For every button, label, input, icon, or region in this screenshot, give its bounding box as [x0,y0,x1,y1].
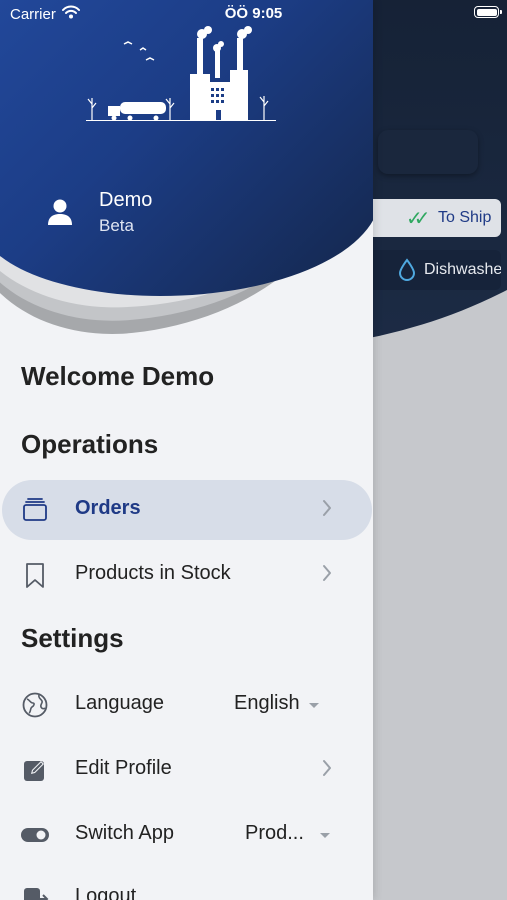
navigation-drawer: Demo Beta Welcome Demo Operations Orders… [0,0,373,900]
chevron-right-icon [323,500,331,516]
operations-section-title: Operations [21,429,159,459]
user-role: Beta [99,216,134,235]
to-ship-label: To Ship [438,209,492,226]
language-label: Language [75,692,164,714]
switch-app-label: Switch App [75,822,174,844]
dishwasher-filter-chip[interactable]: Dishwashe [366,250,501,290]
chevron-right-icon [323,565,331,581]
background-search-bar[interactable] [378,130,478,174]
globe-icon [22,692,48,718]
switch-app-select[interactable]: Prod... [245,822,304,845]
logout-label: Logout [75,885,137,900]
battery-icon [474,6,502,18]
clock: ÖÖ 9:05 [224,5,283,22]
bookmark-icon [26,563,44,588]
orders-label: Orders [75,497,141,519]
menu-item-edit-profile[interactable]: Edit Profile [0,740,373,800]
menu-item-switch-app[interactable]: Switch App Prod... [0,805,373,865]
user-name: Demo [99,189,153,211]
menu-item-language[interactable]: Language English [0,675,373,735]
to-ship-filter-chip[interactable]: ✓✓ To Ship [366,199,501,237]
menu-item-products-in-stock[interactable]: Products in Stock [0,545,373,605]
drawer-header: Demo Beta [0,0,373,349]
toggle-icon [21,828,49,842]
caret-down-icon [309,703,319,708]
menu-item-logout[interactable]: Logout [0,868,373,900]
welcome-heading: Welcome Demo [21,361,215,391]
edit-icon [24,761,44,781]
settings-section-title: Settings [21,623,124,653]
stack-icon [23,498,47,521]
edit-profile-label: Edit Profile [75,757,172,779]
user-avatar-icon [48,199,72,225]
selected-highlight [2,480,372,540]
caret-down-icon [320,833,330,838]
language-select[interactable]: English [234,692,300,715]
factory-illustration [86,26,276,121]
water-drop-icon [398,258,416,281]
status-bar: Carrier ÖÖ 9:05 [0,0,507,28]
logout-icon [24,888,49,900]
menu-item-orders[interactable]: Orders [0,480,373,540]
dishwasher-label: Dishwashe [424,261,501,278]
chevron-right-icon [323,760,331,776]
products-label: Products in Stock [75,562,231,584]
double-check-icon: ✓✓ [406,208,430,230]
